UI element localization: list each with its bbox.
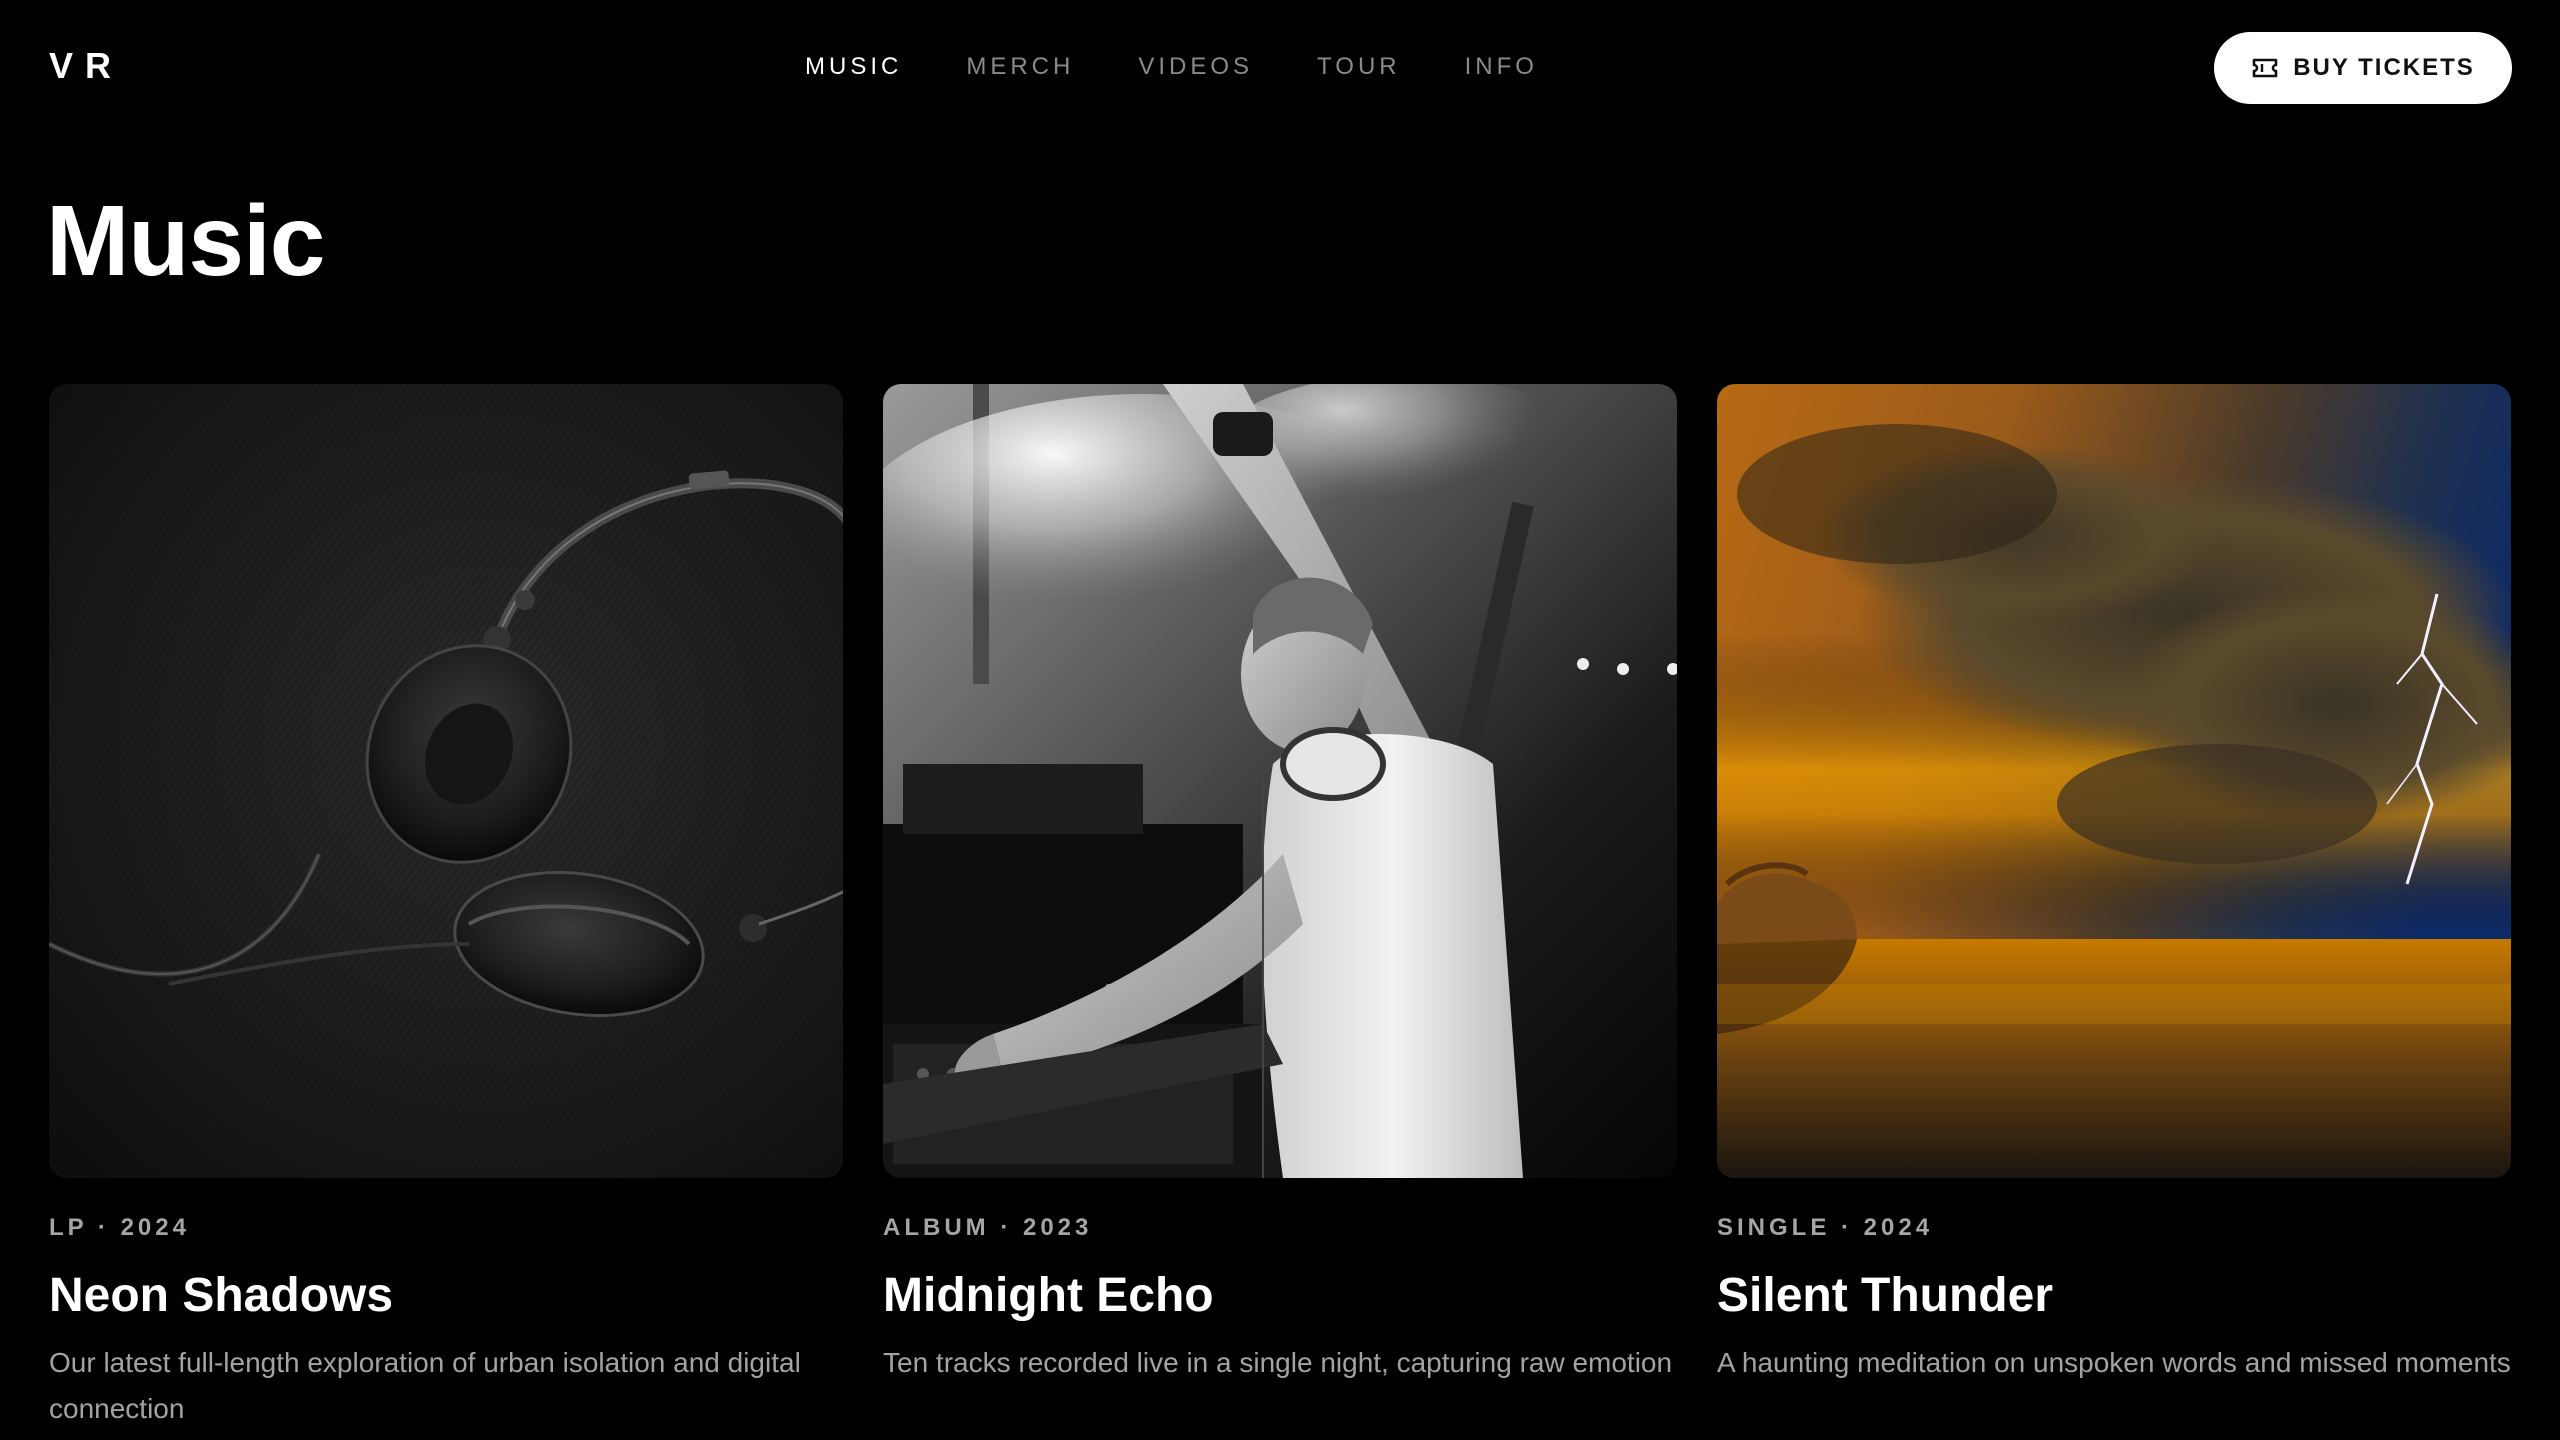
release-description: Ten tracks recorded live in a single nig…: [883, 1347, 1673, 1378]
release-cover-image[interactable]: [49, 384, 843, 1178]
release-card[interactable]: LP · 2024 Neon Shadows Our latest full-l…: [49, 384, 843, 1432]
nav-item-tour[interactable]: TOUR: [1317, 50, 1401, 84]
release-meta: SINGLE · 2024: [1717, 1214, 1934, 1241]
storm-sunset-photo: [1717, 384, 2511, 1178]
buy-tickets-button[interactable]: BUY TICKETS: [2214, 32, 2512, 104]
nav-item-merch[interactable]: MERCH: [966, 50, 1074, 84]
release-meta: ALBUM · 2023: [883, 1214, 1093, 1241]
main-nav: MUSIC MERCH VIDEOS TOUR INFO: [805, 50, 1538, 84]
release-card[interactable]: ALBUM · 2023 Midnight Echo Ten tracks re…: [883, 384, 1677, 1432]
release-description: A haunting meditation on unspoken words …: [1717, 1347, 2511, 1378]
release-title[interactable]: Neon Shadows: [49, 1266, 843, 1326]
page-title: Music: [46, 185, 325, 297]
nav-item-videos[interactable]: VIDEOS: [1138, 50, 1253, 84]
release-description: Our latest full-length exploration of ur…: [49, 1347, 801, 1424]
ticket-icon: [2252, 58, 2278, 78]
release-title[interactable]: Midnight Echo: [883, 1266, 1677, 1326]
release-grid: LP · 2024 Neon Shadows Our latest full-l…: [49, 384, 2511, 1432]
nav-item-music[interactable]: MUSIC: [805, 50, 902, 84]
top-navigation: VR MUSIC MERCH VIDEOS TOUR INFO BUY TICK…: [0, 0, 2560, 136]
release-cover-image[interactable]: [1717, 384, 2511, 1178]
nav-item-info[interactable]: INFO: [1465, 50, 1538, 84]
buy-tickets-label: BUY TICKETS: [2293, 54, 2475, 81]
dj-performer-photo: [883, 384, 1677, 1178]
release-cover-image[interactable]: [883, 384, 1677, 1178]
release-card[interactable]: SINGLE · 2024 Silent Thunder A haunting …: [1717, 384, 2511, 1432]
headphones-photo: [49, 384, 843, 1178]
release-title[interactable]: Silent Thunder: [1717, 1266, 2511, 1326]
release-meta: LP · 2024: [49, 1214, 190, 1241]
site-logo[interactable]: VR: [49, 44, 123, 88]
